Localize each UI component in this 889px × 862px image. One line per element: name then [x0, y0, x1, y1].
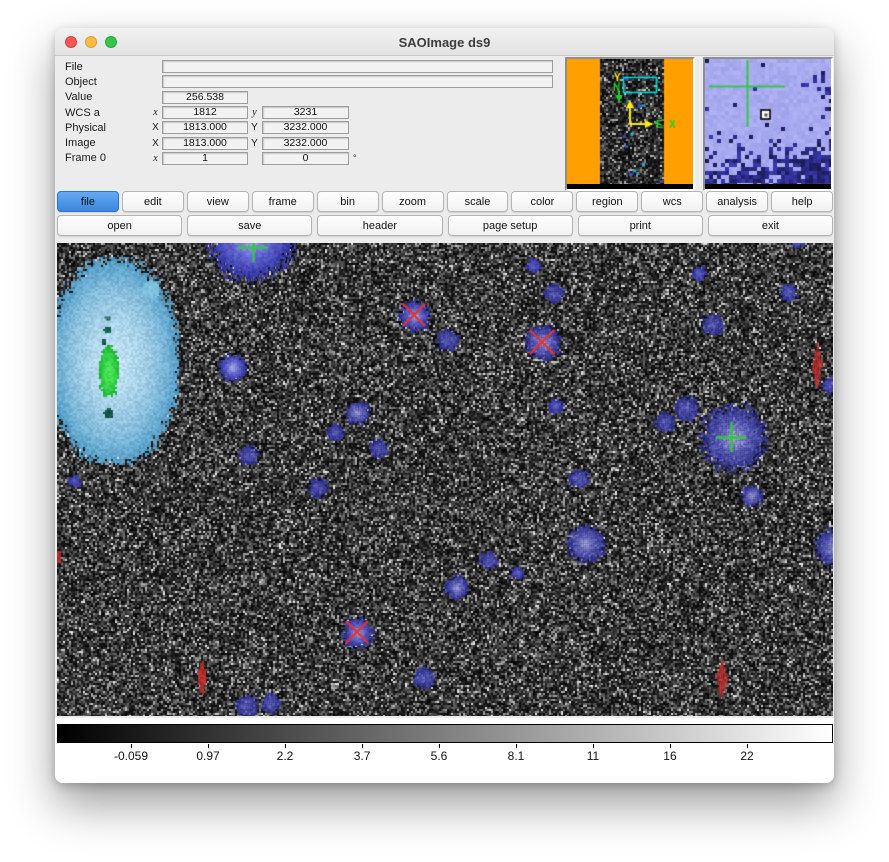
- info-label: Value: [65, 91, 149, 103]
- info-value-field[interactable]: 1812: [162, 106, 248, 119]
- info-value-field[interactable]: 1: [162, 152, 248, 165]
- info-value-field[interactable]: [162, 60, 553, 73]
- menu-button-frame[interactable]: frame: [252, 191, 314, 212]
- colorbar-tick-label: 11: [587, 749, 599, 763]
- menu-button-view[interactable]: view: [187, 191, 249, 212]
- action-button-print[interactable]: print: [578, 215, 703, 236]
- coord-axis-label: X: [149, 122, 162, 133]
- colorbar-tick-label: -0.059: [114, 749, 148, 763]
- coord-axis-label: x: [149, 153, 162, 164]
- menu-button-bar: fileeditviewframebinzoomscalecolorregion…: [57, 191, 833, 212]
- menu-button-edit[interactable]: edit: [122, 191, 184, 212]
- degree-symbol: °: [353, 153, 357, 163]
- coord-axis-label: Y: [248, 122, 261, 133]
- action-button-save[interactable]: save: [187, 215, 312, 236]
- menu-button-color[interactable]: color: [511, 191, 573, 212]
- action-button-open[interactable]: open: [57, 215, 182, 236]
- coord-axis-label: Y: [248, 138, 261, 149]
- info-value-field[interactable]: 1813.000: [162, 137, 248, 150]
- colorbar-tick-label: 3.7: [354, 749, 371, 763]
- colorbar-tick-label: 8.1: [508, 749, 525, 763]
- colorbar-tick: [593, 744, 594, 748]
- colorbar-tick-label: 2.2: [277, 749, 294, 763]
- colorbar-tick: [670, 744, 671, 748]
- colorbar-tick: [747, 744, 748, 748]
- colorbar-tick: [516, 744, 517, 748]
- colorbar-tick: [285, 744, 286, 748]
- menu-button-file[interactable]: file: [57, 191, 119, 212]
- info-value-field[interactable]: 3232.000: [262, 121, 349, 134]
- image-frame: [57, 243, 833, 716]
- panner-panel: [565, 57, 695, 191]
- colorbar-tick-label: 0.97: [196, 749, 219, 763]
- menu-button-analysis[interactable]: analysis: [706, 191, 768, 212]
- info-value-field[interactable]: 1813.000: [162, 121, 248, 134]
- info-label: Frame 0: [65, 152, 149, 164]
- magnifier-display[interactable]: [705, 59, 831, 184]
- info-label: Object: [65, 76, 149, 88]
- menu-button-zoom[interactable]: zoom: [382, 191, 444, 212]
- info-label: File: [65, 61, 149, 73]
- app-window: SAOImage ds9 FileObjectValue256.538WCS a…: [55, 28, 834, 783]
- menu-button-help[interactable]: help: [771, 191, 833, 212]
- colorbar-strip: -0.059 0.97 2.2 3.7 5.6 8.1 11 16 22: [55, 718, 834, 783]
- info-label: Physical: [65, 122, 149, 134]
- colorbar-tick: [362, 744, 363, 748]
- file-action-bar: opensaveheader page setupprintexit: [57, 215, 833, 236]
- action-button-page-setup[interactable]: page setup: [448, 215, 573, 236]
- info-row-file: File: [65, 59, 563, 74]
- action-button-exit[interactable]: exit: [708, 215, 833, 236]
- info-panel: FileObjectValue256.538WCS ax1812y3231Phy…: [65, 59, 563, 166]
- info-row-value: Value 256.538: [65, 90, 563, 105]
- info-row-object: Object: [65, 74, 563, 89]
- info-value-field[interactable]: 3232.000: [262, 137, 349, 150]
- info-row-physical: PhysicalX1813.000Y3232.000: [65, 120, 563, 135]
- info-label: WCS a: [65, 107, 149, 119]
- info-row-wcs-a: WCS ax1812y3231: [65, 105, 563, 120]
- colorbar-tick-label: 5.6: [431, 749, 448, 763]
- magnifier-panel: [703, 57, 833, 191]
- action-button-header[interactable]: header: [317, 215, 442, 236]
- info-value-field[interactable]: [162, 75, 553, 88]
- menu-button-bin[interactable]: bin: [317, 191, 379, 212]
- info-row-frame-0: Frame 0x1 0 °: [65, 151, 563, 166]
- info-value-field[interactable]: 256.538: [162, 91, 248, 104]
- colorbar-tick-label: 16: [663, 749, 676, 763]
- info-label: Image: [65, 137, 149, 149]
- menu-button-region[interactable]: region: [576, 191, 638, 212]
- colorbar-tick: [439, 744, 440, 748]
- image-display[interactable]: [57, 243, 833, 716]
- info-value-field[interactable]: 3231: [262, 106, 349, 119]
- info-value-field[interactable]: 0: [262, 152, 349, 165]
- title-bar[interactable]: SAOImage ds9: [55, 28, 834, 56]
- info-row-image: ImageX1813.000Y3232.000: [65, 135, 563, 150]
- colorbar-gradient[interactable]: [57, 724, 833, 743]
- colorbar-tick: [131, 744, 132, 748]
- coord-axis-label: y: [248, 107, 261, 118]
- menu-button-wcs[interactable]: wcs: [641, 191, 703, 212]
- colorbar-tick: [208, 744, 209, 748]
- coord-axis-label: x: [149, 107, 162, 118]
- coord-axis-label: X: [149, 138, 162, 149]
- colorbar-tick-label: 22: [740, 749, 753, 763]
- panner-display[interactable]: [567, 59, 693, 184]
- menu-button-scale[interactable]: scale: [447, 191, 509, 212]
- window-title: SAOImage ds9: [55, 35, 834, 50]
